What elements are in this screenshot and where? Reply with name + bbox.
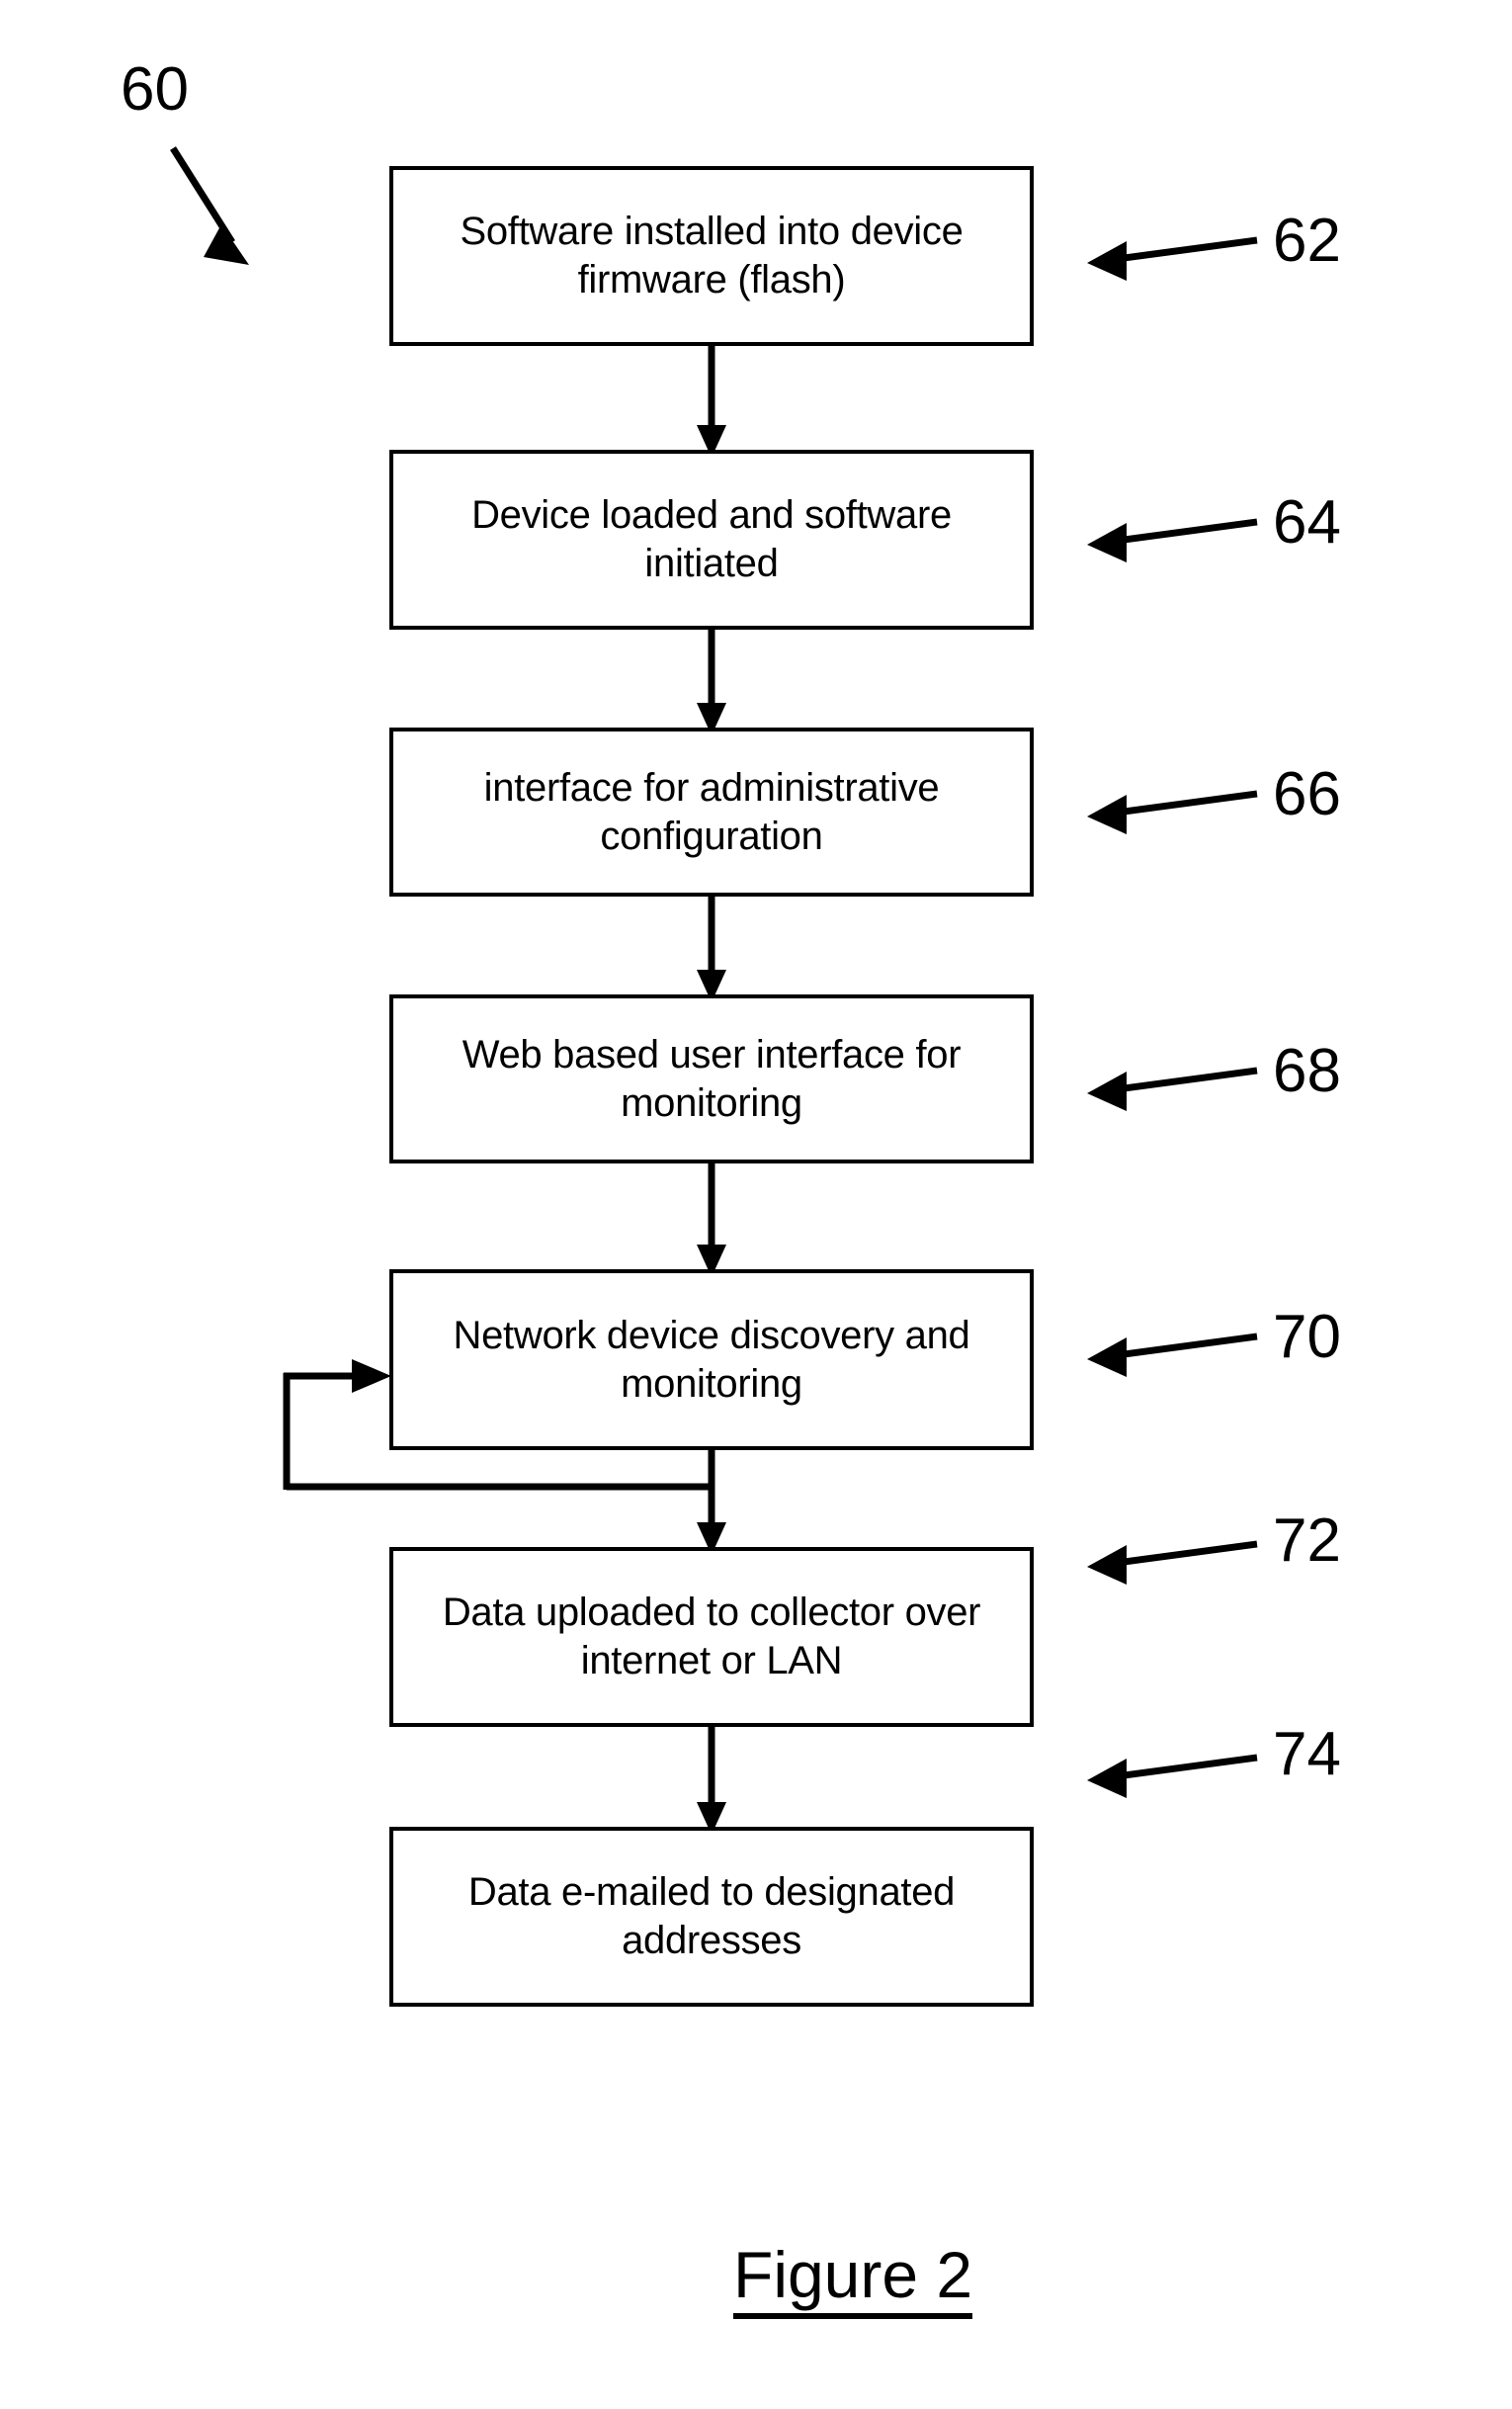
connector-62-64 bbox=[697, 346, 726, 458]
flowchart-connectors bbox=[170, 146, 1258, 1835]
flow-node-label: Device loaded and software initiated bbox=[471, 493, 952, 585]
ref-lead-70 bbox=[1087, 1333, 1258, 1377]
system-reference-numeral: 60 bbox=[121, 55, 189, 124]
flow-node-label: Data uploaded to collector over internet… bbox=[442, 1591, 981, 1682]
connector-70-72 bbox=[697, 1450, 726, 1555]
flow-node-label: Data e-mailed to designated addresses bbox=[467, 1870, 956, 1962]
patent-figure-page: 60 Software installed into device firmwa… bbox=[0, 0, 1512, 2409]
flow-node-step-74: Data e-mailed to designated addresses bbox=[389, 1827, 1034, 2007]
ref-lead-72 bbox=[1087, 1540, 1258, 1585]
flow-node-step-70: Network device discovery and monitoring bbox=[389, 1269, 1034, 1450]
flow-node-label: Software installed into device firmware … bbox=[460, 210, 964, 301]
flow-node-step-64: Device loaded and software initiated bbox=[389, 450, 1034, 630]
reference-numeral-66: 66 bbox=[1273, 760, 1341, 828]
connector-64-66 bbox=[697, 630, 726, 735]
reference-numeral-62: 62 bbox=[1273, 207, 1341, 275]
reference-numeral-64: 64 bbox=[1273, 488, 1341, 557]
ref-lead-74 bbox=[1087, 1754, 1258, 1798]
ref-lead-66 bbox=[1087, 790, 1258, 834]
ref-lead-68 bbox=[1087, 1067, 1258, 1111]
connector-68-70 bbox=[697, 1163, 726, 1277]
flow-node-label: interface for administrative configurati… bbox=[483, 765, 940, 858]
connector-72-74 bbox=[697, 1727, 726, 1835]
system-lead-line bbox=[170, 146, 249, 265]
ref-lead-64 bbox=[1087, 518, 1258, 562]
flow-node-step-72: Data uploaded to collector over internet… bbox=[389, 1547, 1034, 1727]
reference-numeral-68: 68 bbox=[1273, 1037, 1341, 1105]
figure-caption: Figure 2 bbox=[733, 2242, 973, 2319]
ref-lead-62 bbox=[1087, 236, 1258, 281]
flow-node-step-66: interface for administrative configurati… bbox=[389, 728, 1034, 897]
flow-node-step-68: Web based user interface for monitoring bbox=[389, 994, 1034, 1163]
reference-numeral-70: 70 bbox=[1273, 1303, 1341, 1371]
reference-numeral-72: 72 bbox=[1273, 1506, 1341, 1575]
flow-node-label: Network device discovery and monitoring bbox=[453, 1313, 970, 1406]
reference-numeral-74: 74 bbox=[1273, 1720, 1341, 1788]
connector-66-68 bbox=[697, 897, 726, 1002]
flow-node-label: Web based user interface for monitoring bbox=[462, 1032, 962, 1125]
flow-node-step-62: Software installed into device firmware … bbox=[389, 166, 1034, 346]
